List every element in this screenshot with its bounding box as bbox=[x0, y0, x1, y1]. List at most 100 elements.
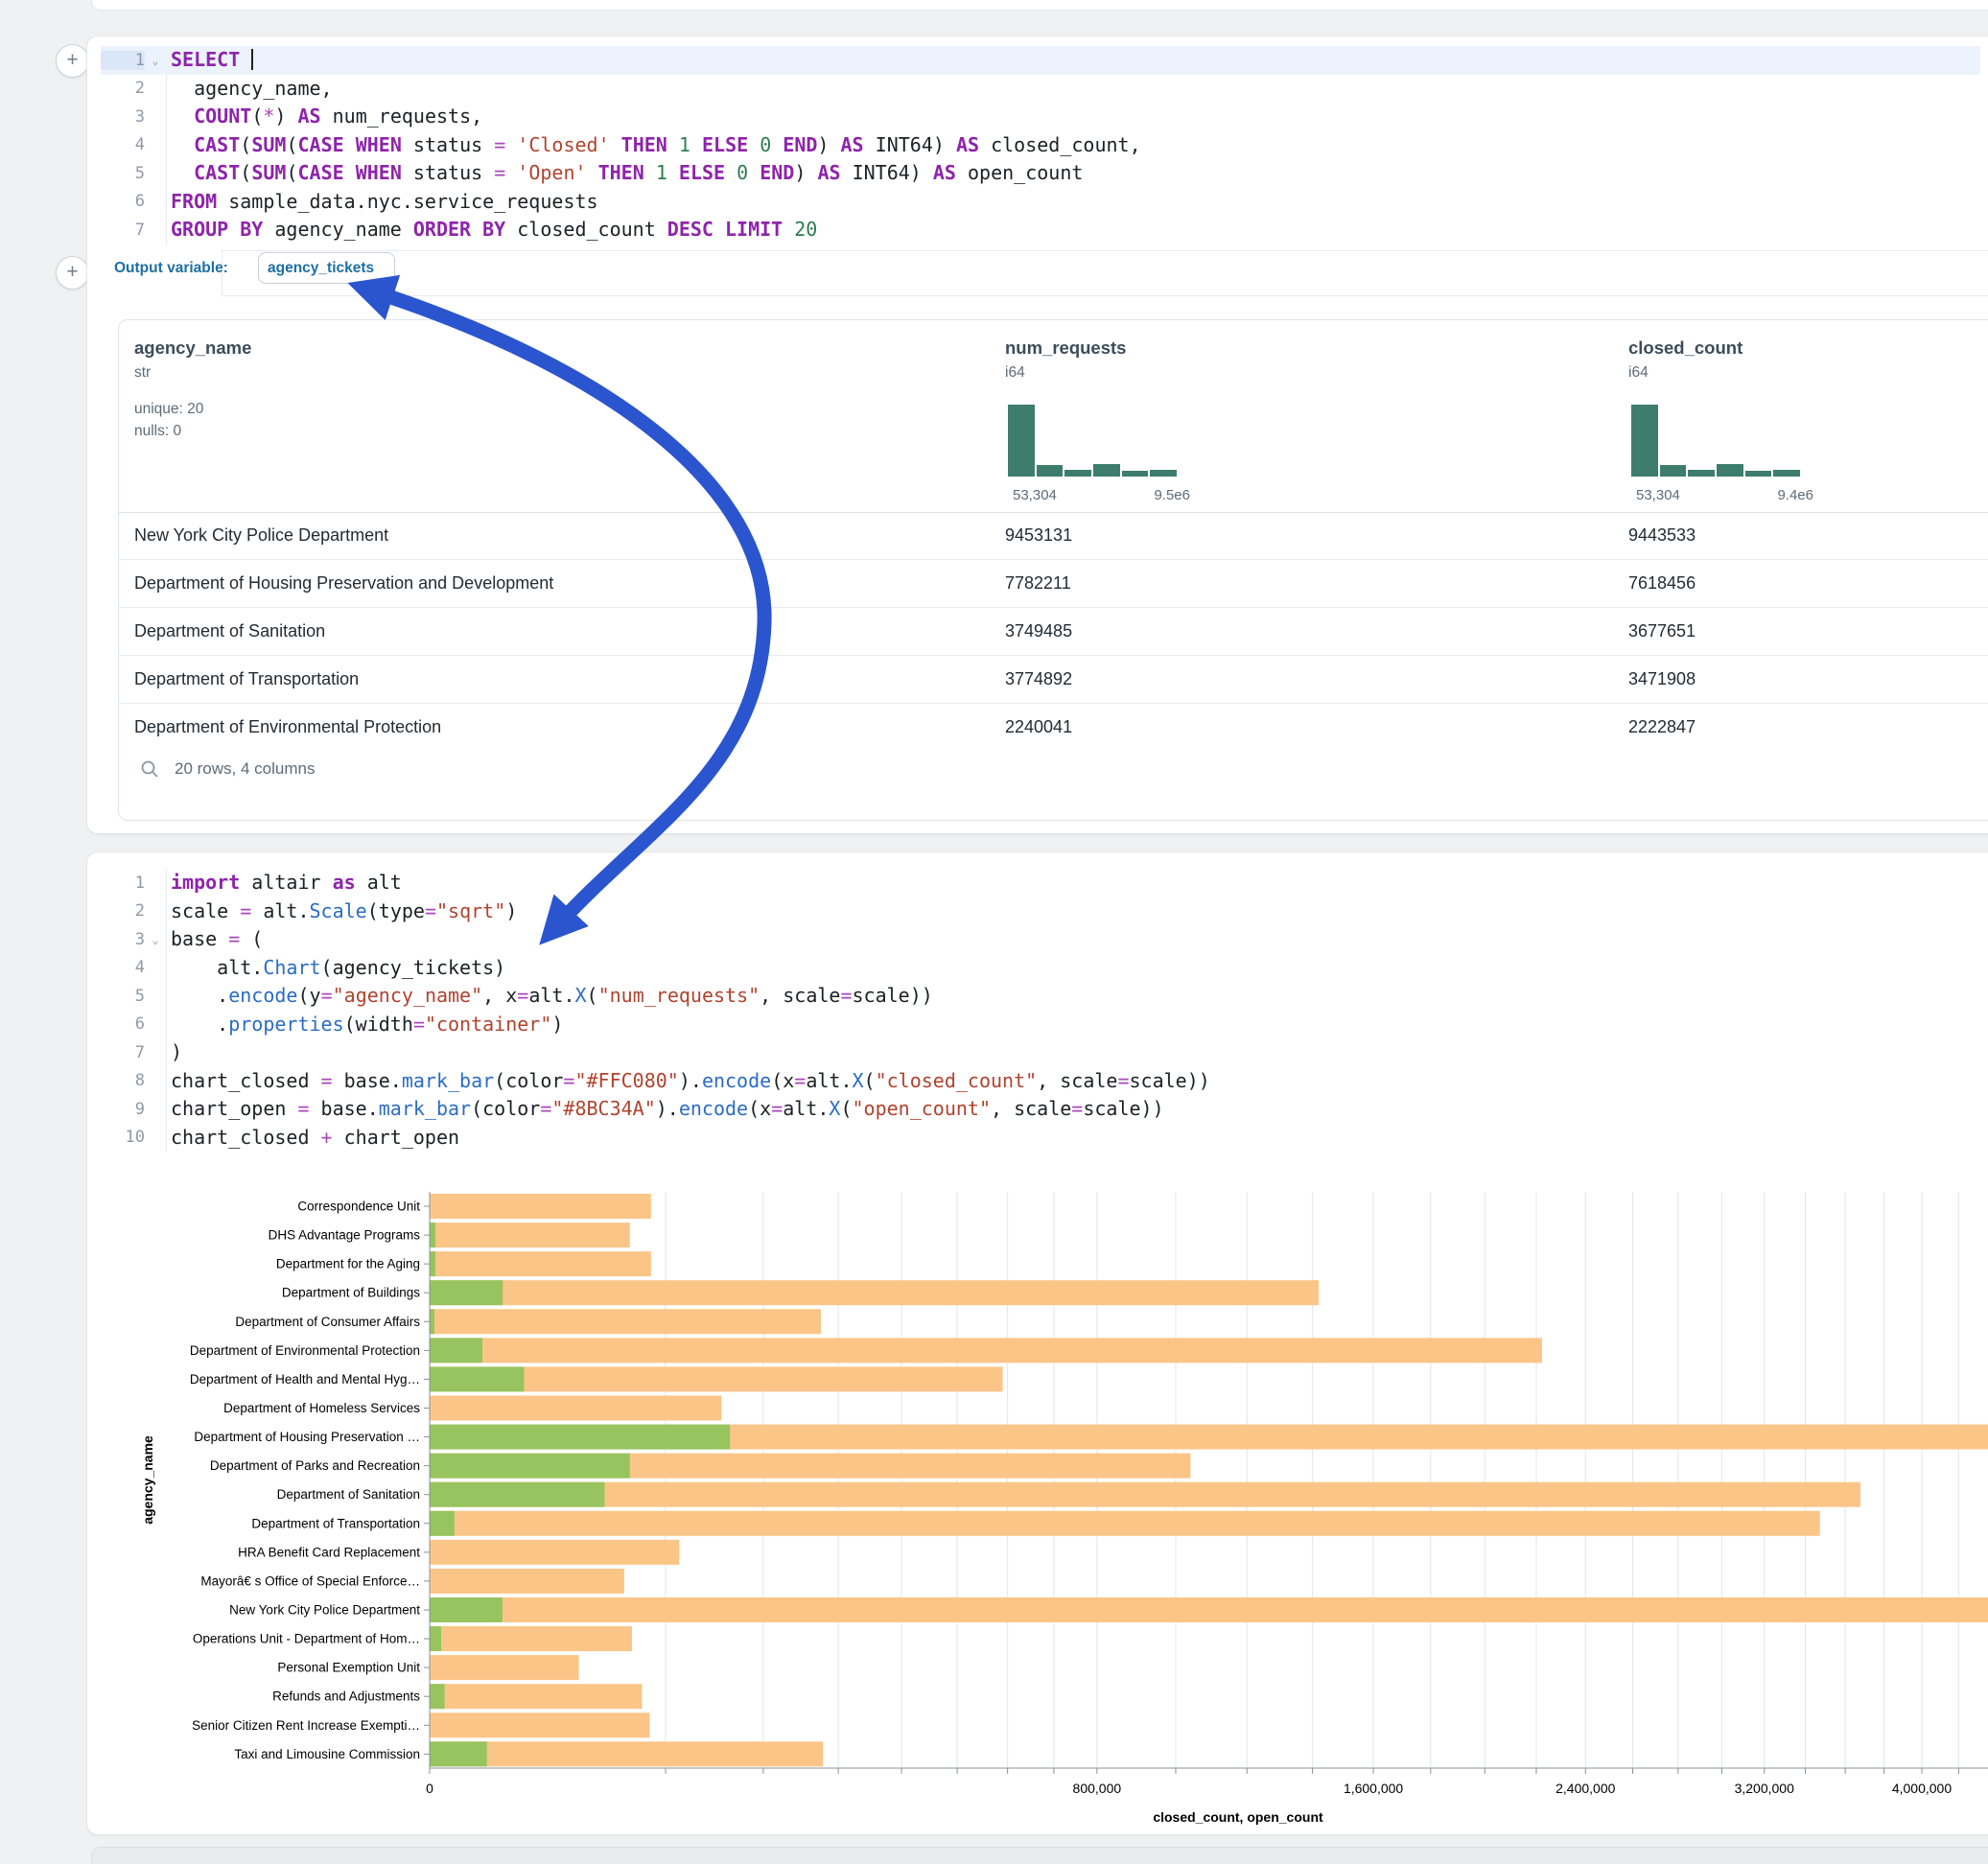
bar-closed bbox=[430, 1280, 1319, 1305]
code-text: GROUP BY agency_name ORDER BY closed_cou… bbox=[166, 216, 817, 245]
bar-open bbox=[430, 1511, 455, 1536]
x-axis-title: closed_count, open_count bbox=[1153, 1809, 1323, 1825]
line-number: 2 bbox=[101, 901, 145, 920]
y-axis-title: agency_name bbox=[140, 1435, 155, 1525]
code-line[interactable]: 5 CAST(SUM(CASE WHEN status = 'Open' THE… bbox=[101, 159, 1980, 188]
cell-value: 9443533 bbox=[1628, 512, 1696, 559]
table-header: agency_namestrunique: 20nulls: 0num_requ… bbox=[119, 320, 1988, 513]
bar-open bbox=[430, 1597, 503, 1622]
y-tick-label: New York City Police Department bbox=[229, 1602, 420, 1617]
line-number: 7 bbox=[101, 1043, 145, 1062]
cell-agency-name: Department of Transportation bbox=[134, 656, 359, 703]
code-line[interactable]: 1⌄SELECT bbox=[101, 46, 1980, 75]
cell-value: 2222847 bbox=[1628, 704, 1696, 751]
code-text: chart_closed + chart_open bbox=[166, 1124, 459, 1153]
bar-open bbox=[430, 1366, 524, 1391]
y-tick-label: Personal Exemption Unit bbox=[277, 1661, 420, 1675]
python-editor[interactable]: 1import altair as alt2scale = alt.Scale(… bbox=[101, 869, 1980, 1152]
code-text: .encode(y="agency_name", x=alt.X("num_re… bbox=[166, 982, 933, 1011]
y-tick-label: Department of Transportation bbox=[251, 1516, 420, 1530]
sql-editor[interactable]: 1⌄SELECT 2 agency_name,3 COUNT(*) AS num… bbox=[101, 46, 1980, 245]
text-cursor bbox=[251, 49, 253, 70]
y-tick-label: Department of Housing Preservation … bbox=[194, 1430, 420, 1444]
code-text: CAST(SUM(CASE WHEN status = 'Open' THEN … bbox=[166, 159, 1083, 188]
column-histogram bbox=[1008, 405, 1177, 477]
bar-closed bbox=[430, 1569, 624, 1594]
bar-closed bbox=[430, 1395, 721, 1420]
y-tick-label: Department of Homeless Services bbox=[223, 1401, 420, 1415]
cell-value: 2240041 bbox=[1005, 704, 1072, 751]
code-text: import altair as alt bbox=[166, 869, 402, 897]
cell-agency-name: New York City Police Department bbox=[134, 512, 388, 559]
y-tick-label: HRA Benefit Card Replacement bbox=[238, 1545, 420, 1559]
bar-open bbox=[430, 1280, 503, 1305]
code-line[interactable]: 6FROM sample_data.nyc.service_requests bbox=[101, 188, 1980, 217]
code-line[interactable]: 4 CAST(SUM(CASE WHEN status = 'Closed' T… bbox=[101, 131, 1980, 160]
column-name[interactable]: closed_count bbox=[1628, 338, 1742, 359]
code-line[interactable]: 2scale = alt.Scale(type="sqrt") bbox=[101, 897, 1980, 926]
code-line[interactable]: 3 COUNT(*) AS num_requests, bbox=[101, 103, 1980, 131]
fold-chevron-icon[interactable]: ⌄ bbox=[145, 54, 166, 67]
code-line[interactable]: 5 .encode(y="agency_name", x=alt.X("num_… bbox=[101, 982, 1980, 1011]
histogram-range-labels: 53,3049.5e6 bbox=[1013, 487, 1190, 503]
line-number: 1 bbox=[101, 51, 145, 70]
y-tick-label: Senior Citizen Rent Increase Exempti… bbox=[192, 1718, 420, 1733]
bar-closed bbox=[430, 1713, 649, 1737]
bar-closed bbox=[430, 1482, 1860, 1507]
column-name[interactable]: agency_name bbox=[134, 338, 251, 359]
code-text: alt.Chart(agency_tickets) bbox=[166, 954, 505, 983]
y-tick-label: Department for the Aging bbox=[276, 1257, 420, 1271]
column-type: i64 bbox=[1628, 364, 1649, 382]
bar-open bbox=[430, 1454, 630, 1479]
code-line[interactable]: 8 chart_closed = base.mark_bar(color="#FF… bbox=[101, 1067, 1980, 1096]
table-row[interactable]: Department of Housing Preservation and D… bbox=[119, 559, 1988, 607]
table-row[interactable]: Department of Environmental Protection22… bbox=[119, 703, 1988, 751]
y-tick-label: Refunds and Adjustments bbox=[272, 1689, 420, 1704]
cell-value: 9453131 bbox=[1005, 512, 1072, 559]
y-tick-label: Taxi and Limousine Commission bbox=[234, 1747, 420, 1761]
line-number: 8 bbox=[101, 1071, 145, 1090]
fold-chevron-icon[interactable]: ⌄ bbox=[145, 933, 166, 946]
x-tick-label: 4,000,000 bbox=[1892, 1781, 1952, 1796]
cell-value: 3774892 bbox=[1005, 656, 1072, 703]
code-line[interactable]: 3⌄base = ( bbox=[101, 925, 1980, 954]
code-text: chart_closed = base.mark_bar(color="#FFC… bbox=[166, 1067, 1210, 1096]
y-tick-label: Department of Buildings bbox=[282, 1286, 420, 1300]
column-name[interactable]: num_requests bbox=[1005, 338, 1126, 359]
cell-value: 3471908 bbox=[1628, 656, 1696, 703]
bar-open bbox=[430, 1309, 434, 1334]
results-table: agency_namestrunique: 20nulls: 0num_requ… bbox=[118, 319, 1988, 821]
table-row[interactable]: Department of Transportation 3774892 34719… bbox=[119, 655, 1988, 703]
code-line[interactable]: 2 agency_name, bbox=[101, 75, 1980, 104]
y-tick-label: Mayorâ€ s Office of Special Enforce… bbox=[200, 1573, 420, 1588]
code-line[interactable]: 10chart_closed + chart_open bbox=[101, 1124, 1980, 1153]
next-cell-edge bbox=[91, 1847, 1988, 1864]
bar-open bbox=[430, 1482, 604, 1507]
search-icon[interactable] bbox=[140, 759, 159, 779]
cell-value: 7782211 bbox=[1005, 560, 1071, 607]
code-line[interactable]: 7) bbox=[101, 1038, 1980, 1067]
line-number: 2 bbox=[101, 79, 145, 98]
bar-open bbox=[430, 1425, 730, 1450]
bar-closed bbox=[430, 1741, 823, 1766]
code-line[interactable]: 4 alt.Chart(agency_tickets) bbox=[101, 954, 1980, 983]
table-row[interactable]: Department of Sanitation37494853677651 bbox=[119, 607, 1988, 655]
bar-open bbox=[430, 1626, 441, 1651]
x-tick-label: 1,600,000 bbox=[1344, 1781, 1403, 1796]
add-cell-button[interactable]: + bbox=[56, 44, 89, 78]
code-line[interactable]: 9chart_open = base.mark_bar(color="#8BC3… bbox=[101, 1095, 1980, 1124]
add-cell-button[interactable]: + bbox=[56, 256, 89, 290]
bar-open bbox=[430, 1338, 482, 1363]
sql-cell-card: 1⌄SELECT 2 agency_name,3 COUNT(*) AS num… bbox=[86, 35, 1988, 834]
line-number: 9 bbox=[101, 1100, 145, 1119]
y-tick-label: Department of Sanitation bbox=[277, 1487, 420, 1502]
line-number: 3 bbox=[101, 107, 145, 127]
bar-closed bbox=[430, 1626, 632, 1651]
table-row[interactable]: New York City Police Department 9453131 94… bbox=[119, 512, 1988, 559]
output-variable-pill[interactable]: agency_tickets bbox=[258, 252, 395, 284]
code-line[interactable]: 6 .properties(width="container") bbox=[101, 1011, 1980, 1039]
code-line[interactable]: 1import altair as alt bbox=[101, 869, 1980, 897]
bar-closed bbox=[430, 1597, 1988, 1622]
column-histogram bbox=[1631, 405, 1800, 477]
code-line[interactable]: 7GROUP BY agency_name ORDER BY closed_co… bbox=[101, 216, 1980, 245]
